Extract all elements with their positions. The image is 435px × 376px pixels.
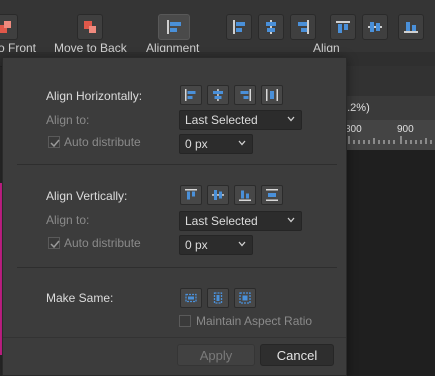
v-distribute-button[interactable] (261, 185, 283, 205)
h-distribute-spacing-value: 0 px (185, 137, 208, 151)
chevron-down-icon (287, 217, 295, 223)
same-size-button[interactable] (234, 288, 256, 308)
v-align-middle-button[interactable] (207, 185, 229, 205)
cancel-button[interactable]: Cancel (260, 344, 334, 366)
v-align-to-dropdown[interactable]: Last Selected (179, 211, 302, 231)
align-middle-icon (368, 22, 382, 32)
bring-to-front-button[interactable] (0, 14, 18, 40)
bring-to-front-icon (0, 21, 11, 33)
move-to-back-icon (84, 21, 96, 33)
toolbar: o Front Move to Back Alignment Align (0, 0, 435, 55)
same-width-icon (185, 293, 197, 303)
align-center-icon (266, 20, 276, 34)
divider (17, 164, 337, 165)
align-right-icon (240, 89, 251, 101)
same-height-button[interactable] (207, 288, 229, 308)
chevron-down-icon (238, 140, 246, 146)
align-left-button[interactable] (226, 14, 252, 40)
checkmark-icon (50, 139, 60, 148)
distribute-horizontal-icon (266, 89, 278, 101)
page-bar (345, 66, 435, 97)
alignment-button[interactable] (158, 14, 190, 40)
h-distribute-spacing-dropdown[interactable]: 0 px (179, 134, 253, 154)
v-distribute-spacing-value: 0 px (185, 238, 208, 252)
align-top-button[interactable] (330, 14, 356, 40)
align-left-icon (233, 20, 245, 34)
h-align-center-button[interactable] (207, 85, 229, 105)
apply-button[interactable]: Apply (177, 344, 255, 366)
maintain-aspect-checkbox[interactable] (179, 315, 191, 327)
v-auto-distribute-checkbox[interactable] (48, 237, 60, 249)
align-top-icon (336, 21, 350, 33)
align-center-button[interactable] (258, 14, 284, 40)
divider (17, 267, 337, 268)
same-size-icon (239, 292, 251, 304)
align-horizontally-title: Align Horizontally: (46, 89, 143, 103)
align-middle-icon (212, 190, 224, 200)
align-bottom-icon (404, 22, 418, 33)
align-bottom-button[interactable] (398, 14, 424, 40)
h-align-to-dropdown[interactable]: Last Selected (179, 110, 302, 130)
ruler-ticks (348, 136, 432, 144)
h-align-left-button[interactable] (180, 85, 202, 105)
divider (3, 337, 346, 338)
h-distribute-button[interactable] (261, 85, 283, 105)
align-middle-button[interactable] (362, 14, 388, 40)
maintain-aspect-label: Maintain Aspect Ratio (196, 314, 313, 328)
align-bottom-icon (239, 190, 251, 201)
v-align-bottom-button[interactable] (234, 185, 256, 205)
v-distribute-spacing-dropdown[interactable]: 0 px (179, 235, 253, 255)
align-right-button[interactable] (290, 14, 316, 40)
make-same-title: Make Same: (46, 291, 114, 305)
chevron-down-icon (287, 116, 295, 122)
canvas-area[interactable] (345, 150, 435, 376)
align-top-icon (185, 189, 197, 200)
v-auto-distribute-label: Auto distribute (64, 236, 141, 250)
align-right-icon (298, 20, 309, 34)
h-auto-distribute-checkbox[interactable] (48, 136, 60, 148)
h-auto-distribute-label: Auto distribute (64, 135, 141, 149)
move-to-back-button[interactable] (77, 14, 103, 40)
align-vertically-title: Align Vertically: (46, 189, 128, 203)
same-height-icon (213, 292, 223, 304)
align-left-icon (185, 89, 196, 101)
align-center-icon (213, 89, 223, 101)
horizontal-ruler: 800 900 (345, 120, 435, 150)
v-align-to-value: Last Selected (185, 214, 258, 228)
alignment-icon (167, 20, 181, 34)
h-align-to-value: Last Selected (185, 113, 258, 127)
h-align-right-button[interactable] (234, 85, 256, 105)
alignment-dialog: Align Horizontally: Align to: Last Selec… (2, 57, 347, 376)
checkmark-icon (50, 240, 60, 249)
zoom-bar: 4.2%) (341, 96, 435, 120)
v-align-top-button[interactable] (180, 185, 202, 205)
distribute-vertical-icon (266, 189, 278, 201)
same-width-button[interactable] (180, 288, 202, 308)
chevron-down-icon (238, 241, 246, 247)
h-align-to-label: Align to: (46, 113, 90, 127)
v-align-to-label: Align to: (46, 213, 90, 227)
